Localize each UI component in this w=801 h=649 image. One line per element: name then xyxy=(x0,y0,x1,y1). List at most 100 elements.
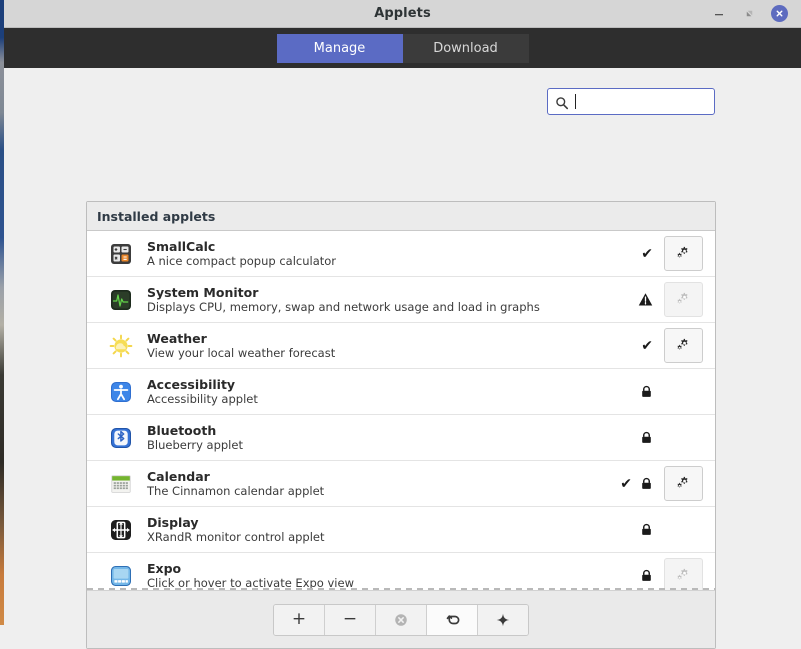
applet-description: Blueberry applet xyxy=(147,437,243,452)
applet-text: Weather View your local weather forecast xyxy=(147,331,597,361)
applet-status: ✔ xyxy=(597,247,653,261)
tab-manage[interactable]: Manage xyxy=(276,33,403,63)
applet-text: Bluetooth Blueberry applet xyxy=(147,423,597,453)
circle-x-icon xyxy=(393,612,409,628)
gear-icon xyxy=(674,334,693,357)
applet-name: Weather xyxy=(147,330,207,346)
undo-arrow-icon xyxy=(444,611,461,628)
lock-icon xyxy=(640,430,653,445)
remove-applet-button[interactable]: − xyxy=(325,604,376,635)
tab-manage-label: Manage xyxy=(313,40,366,56)
applet-settings-button xyxy=(663,558,703,590)
gear-slot xyxy=(663,558,703,590)
applet-row[interactable]: Calendar The Cinnamon calendar applet ✔ xyxy=(87,461,715,507)
applet-description: Accessibility applet xyxy=(147,391,258,406)
gear-icon xyxy=(674,564,693,587)
uninstall-applet-button xyxy=(376,604,427,635)
applet-text: Calendar The Cinnamon calendar applet xyxy=(147,469,597,499)
applet-name: Expo xyxy=(147,560,182,576)
window-title: Applets xyxy=(374,6,431,21)
applet-status xyxy=(597,292,653,307)
applet-text: Accessibility Accessibility applet xyxy=(147,377,597,407)
applet-status: ✔ xyxy=(597,339,653,353)
gear-slot xyxy=(663,282,703,317)
checkmark-icon: ✔ xyxy=(641,337,653,354)
tab-bar: Manage Download xyxy=(4,28,801,68)
applet-status: ✔ xyxy=(597,476,653,491)
search-input[interactable] xyxy=(577,94,707,109)
add-applet-button[interactable]: + xyxy=(274,604,325,635)
applet-status xyxy=(597,430,653,445)
applet-text: SmallCalc A nice compact popup calculator xyxy=(147,239,597,269)
applet-description: Displays CPU, memory, swap and network u… xyxy=(147,299,540,314)
search-icon xyxy=(555,95,569,109)
display-icon xyxy=(109,518,133,542)
applet-row[interactable]: Display XRandR monitor control applet xyxy=(87,507,715,553)
applet-row[interactable]: Accessibility Accessibility applet xyxy=(87,369,715,415)
system-monitor-icon xyxy=(109,288,133,312)
applet-text: System Monitor Displays CPU, memory, swap… xyxy=(147,285,597,315)
applet-settings-button xyxy=(663,282,703,317)
installed-applets-panel: Installed applets SmallCalc A nice compac… xyxy=(86,201,716,649)
checkmark-icon: ✔ xyxy=(620,475,632,492)
applet-text: Expo Click or hover to activate Expo view xyxy=(147,561,597,591)
expo-icon xyxy=(109,564,133,588)
panel-header: Installed applets xyxy=(87,202,715,231)
applet-row[interactable]: Expo Click or hover to activate Expo view xyxy=(87,553,715,590)
applet-text: Display XRandR monitor control applet xyxy=(147,515,597,545)
applet-name: Accessibility xyxy=(147,376,236,392)
applet-row[interactable]: System Monitor Displays CPU, memory, swap… xyxy=(87,277,715,323)
applet-settings-button[interactable] xyxy=(663,236,703,271)
applet-name: Display xyxy=(147,514,199,530)
bluetooth-icon xyxy=(109,426,133,450)
applet-toolbar: + − xyxy=(273,603,529,636)
sparkle-icon xyxy=(495,612,511,628)
tab-download[interactable]: Download xyxy=(402,33,529,63)
minimize-icon[interactable] xyxy=(711,6,727,22)
applet-status xyxy=(597,384,653,399)
search-row xyxy=(547,88,715,115)
gear-slot xyxy=(663,236,703,271)
applet-row[interactable]: Weather View your local weather forecast ✔ xyxy=(87,323,715,369)
applet-list[interactable]: SmallCalc A nice compact popup calculator… xyxy=(87,231,715,590)
applet-settings-button[interactable] xyxy=(663,466,703,501)
gear-slot xyxy=(663,466,703,501)
applets-window: Applets Manage Download Installed applet… xyxy=(4,0,801,649)
calculator-icon xyxy=(109,242,133,266)
window-titlebar: Applets xyxy=(4,0,801,28)
gear-icon xyxy=(674,242,693,265)
gear-slot xyxy=(663,328,703,363)
tab-group: Manage Download xyxy=(276,33,529,63)
list-scroll-indicator xyxy=(87,588,715,590)
warning-triangle-icon xyxy=(638,292,653,307)
highlight-applet-button[interactable] xyxy=(478,604,528,635)
toolbar-area: + − xyxy=(87,590,715,648)
applet-name: System Monitor xyxy=(147,284,259,300)
applet-description: View your local weather forecast xyxy=(147,345,336,360)
close-icon[interactable] xyxy=(771,5,788,22)
applet-description: XRandR monitor control applet xyxy=(147,529,325,544)
lock-icon xyxy=(640,568,653,583)
gear-icon xyxy=(674,472,693,495)
plus-icon: + xyxy=(291,609,307,629)
applet-row[interactable]: Bluetooth Blueberry applet xyxy=(87,415,715,461)
applet-name: Calendar xyxy=(147,468,210,484)
accessibility-icon xyxy=(109,380,133,404)
applet-row[interactable]: SmallCalc A nice compact popup calculator… xyxy=(87,231,715,277)
lock-icon xyxy=(640,476,653,491)
applet-description: A nice compact popup calculator xyxy=(147,253,337,268)
search-box[interactable] xyxy=(547,88,715,115)
restore-defaults-button[interactable] xyxy=(427,604,478,635)
checkmark-icon: ✔ xyxy=(641,245,653,262)
lock-icon xyxy=(640,522,653,537)
minus-icon: − xyxy=(342,609,358,629)
applet-settings-button[interactable] xyxy=(663,328,703,363)
gear-icon xyxy=(674,288,693,311)
applet-name: Bluetooth xyxy=(147,422,217,438)
content-area: Installed applets SmallCalc A nice compac… xyxy=(4,68,801,649)
maximize-icon[interactable] xyxy=(741,6,757,22)
window-controls xyxy=(711,5,801,22)
applet-status xyxy=(597,522,653,537)
text-caret xyxy=(575,94,576,109)
calendar-icon xyxy=(109,472,133,496)
